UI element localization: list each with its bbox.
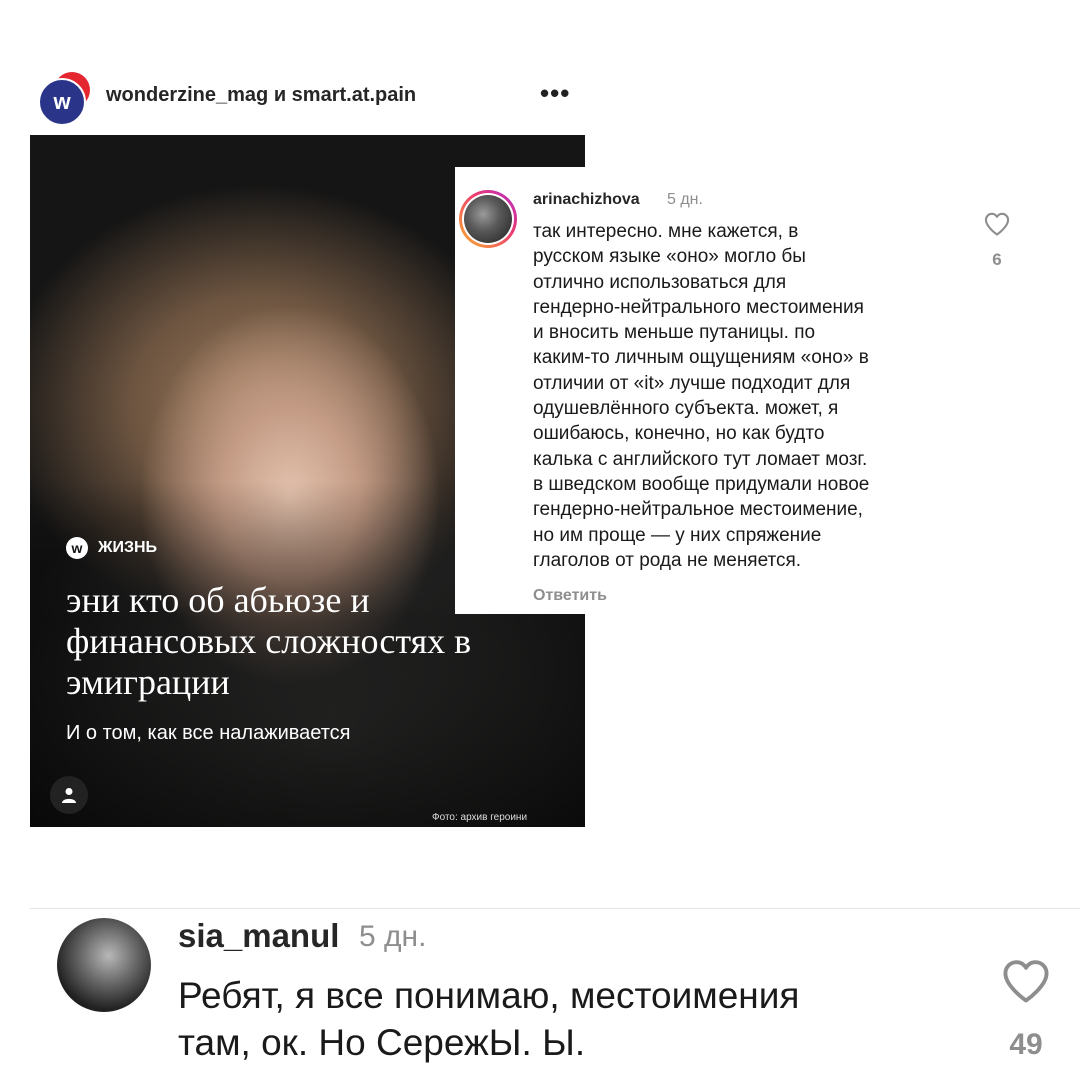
- like-heart-icon[interactable]: [1000, 955, 1052, 1007]
- post-subheadline: И о том, как все налаживается: [66, 722, 351, 744]
- like-count: 49: [1009, 1028, 1043, 1061]
- wonderzine-logo: w: [38, 78, 86, 126]
- category-logo-icon: w: [66, 537, 88, 559]
- category-label: ЖИЗНЬ: [98, 539, 158, 556]
- divider: [30, 908, 1080, 909]
- person-icon: [62, 788, 76, 803]
- comment-timestamp: 5 дн.: [667, 191, 703, 208]
- more-options-icon[interactable]: •••: [540, 80, 570, 106]
- avatar-photo: [464, 195, 512, 243]
- post-category: w ЖИЗНЬ: [66, 537, 157, 559]
- comment-avatar[interactable]: [57, 918, 151, 1012]
- like-count: 6: [992, 250, 1002, 269]
- photo-credit: Фото: архив героини: [432, 812, 528, 823]
- comment-avatar[interactable]: [459, 190, 517, 248]
- tagged-users-icon[interactable]: [50, 776, 88, 814]
- reply-button[interactable]: Ответить: [533, 587, 607, 605]
- comment-text: Ребят, я все понимаю, местоимения там, о…: [178, 975, 800, 1063]
- story-ring-gap: [462, 193, 514, 245]
- post-author-avatar[interactable]: w: [38, 72, 96, 126]
- comment-username[interactable]: arinachizhova: [533, 191, 640, 209]
- comment-text: так интересно. мне кажется, в русском яз…: [533, 221, 870, 571]
- comment-timestamp: 5 дн.: [359, 920, 427, 953]
- like-heart-icon[interactable]: [983, 210, 1011, 238]
- comment-username[interactable]: sia_manul: [178, 917, 339, 955]
- post-author-names[interactable]: wonderzine_mag и smart.at.pain: [106, 84, 416, 107]
